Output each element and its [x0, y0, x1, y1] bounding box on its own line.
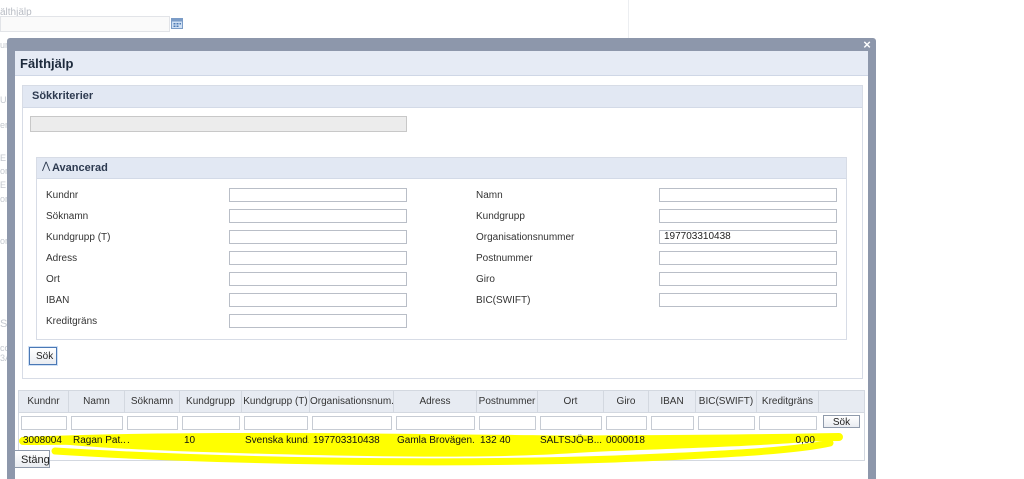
column-header-iban[interactable]: IBAN — [649, 391, 696, 412]
filter-giro[interactable] — [606, 416, 647, 430]
filter-kundgrupp[interactable] — [182, 416, 240, 430]
filter-kundnr[interactable] — [21, 416, 67, 430]
search-criteria-title: Sökkriterier — [32, 90, 94, 102]
column-header-soknamn[interactable]: Söknamn — [125, 391, 180, 412]
column-header-kundgrupp-t[interactable]: Kundgrupp (T) — [242, 391, 310, 412]
ort-label: Ort — [46, 274, 60, 285]
search-button[interactable]: Sök — [29, 347, 57, 365]
advanced-section: ⋀ Avancerad Kundnr Söknamn Kundgrupp (T)… — [36, 157, 847, 340]
cell-adress: Gamla Brovägen... — [397, 435, 475, 446]
bic-swift-field[interactable] — [659, 293, 837, 307]
cell-ort: SALTSJÖ-B... — [540, 435, 602, 446]
adress-field[interactable] — [229, 251, 407, 265]
background-divider — [628, 0, 629, 38]
cell-kundnr: 3008004 — [23, 435, 62, 446]
organisationsnummer-field[interactable] — [659, 230, 837, 244]
soknamn-label: Söknamn — [46, 211, 89, 222]
column-header-postnummer[interactable]: Postnummer — [477, 391, 538, 412]
giro-label: Giro — [476, 274, 495, 285]
column-header-adress[interactable]: Adress — [394, 391, 477, 412]
filter-ort[interactable] — [540, 416, 602, 430]
grid-search-button[interactable]: Sök — [823, 415, 860, 428]
filter-kundgrupp-t[interactable] — [244, 416, 308, 430]
namn-label: Namn — [476, 190, 503, 201]
filter-kreditgrans[interactable] — [759, 416, 817, 430]
field-help-dialog: Fälthjälp Sökkriterier ⋀ Avancerad Kundn… — [7, 38, 876, 479]
adress-label: Adress — [46, 253, 78, 264]
column-header-namn[interactable]: Namn — [69, 391, 125, 412]
cell-kundgrupp-t: Svenska kund... — [245, 435, 309, 446]
cell-soknamn: . — [127, 435, 130, 446]
kreditgrans-label: Kreditgräns — [46, 316, 98, 327]
close-icon[interactable]: × — [861, 38, 873, 52]
kundgrupp-label: Kundgrupp — [476, 211, 525, 222]
cell-bic-swift — [698, 434, 756, 448]
filter-postnummer[interactable] — [479, 416, 536, 430]
background-fragment: E — [0, 153, 7, 163]
advanced-title: Avancerad — [52, 162, 108, 174]
column-header-kundgrupp[interactable]: Kundgrupp — [180, 391, 242, 412]
kundgrupp-field[interactable] — [659, 209, 837, 223]
search-criteria-panel: Sökkriterier ⋀ Avancerad Kundnr Söknamn … — [22, 85, 863, 379]
organisationsnummer-label: Organisationsnummer — [476, 232, 575, 243]
column-header-organisationsnummer[interactable]: Organisationsnum... — [310, 391, 394, 412]
filter-organisationsnummer[interactable] — [312, 416, 392, 430]
filter-bic-swift[interactable] — [698, 416, 755, 430]
dialog-title-bar: Fälthjälp — [15, 51, 868, 76]
postnummer-label: Postnummer — [476, 253, 533, 264]
cell-iban — [651, 434, 695, 448]
column-header-giro[interactable]: Giro — [604, 391, 649, 412]
iban-field[interactable] — [229, 293, 407, 307]
giro-field[interactable] — [659, 272, 837, 286]
column-header-kreditgrans[interactable]: Kreditgräns — [757, 391, 819, 412]
background-fragment: E — [0, 180, 7, 190]
kundnr-field[interactable] — [229, 188, 407, 202]
cell-kreditgrans: 0,00 — [795, 435, 815, 446]
column-header-kundnr[interactable]: Kundnr — [19, 391, 69, 412]
background-field-input — [0, 16, 170, 32]
ort-field[interactable] — [229, 272, 407, 286]
cell-namn: Ragan Pat... — [73, 435, 125, 446]
search-criteria-header: Sökkriterier — [23, 86, 862, 108]
filter-soknamn[interactable] — [127, 416, 178, 430]
cell-organisationsnummer: 197703310438 — [313, 435, 380, 446]
filter-namn[interactable] — [71, 416, 123, 430]
bic-swift-label: BIC(SWIFT) — [476, 295, 531, 306]
iban-label: IBAN — [46, 295, 70, 306]
column-header-ort[interactable]: Ort — [538, 391, 604, 412]
postnummer-field[interactable] — [659, 251, 837, 265]
calendar-icon — [171, 18, 183, 29]
cell-kundgrupp: 10 — [184, 435, 196, 446]
kreditgrans-field[interactable] — [229, 314, 407, 328]
advanced-toggle[interactable]: ⋀ Avancerad — [37, 158, 846, 179]
cell-giro: 0000018 — [606, 435, 645, 446]
kundnr-label: Kundnr — [46, 190, 79, 201]
kundgrupp-t-label: Kundgrupp (T) — [46, 232, 111, 243]
grid-header: Kundnr Namn Söknamn Kundgrupp Kundgrupp … — [19, 391, 864, 413]
cell-postnummer: 132 40 — [480, 435, 511, 446]
namn-field[interactable] — [659, 188, 837, 202]
dialog-title: Fälthjälp — [20, 56, 74, 71]
soknamn-field[interactable] — [229, 209, 407, 223]
criteria-summary-bar — [30, 116, 407, 132]
column-header-bic-swift[interactable]: BIC(SWIFT) — [696, 391, 757, 412]
filter-adress[interactable] — [396, 416, 475, 430]
filter-iban[interactable] — [651, 416, 694, 430]
chevron-up-icon: ⋀ — [42, 161, 51, 172]
kundgrupp-t-field[interactable] — [229, 230, 407, 244]
dialog-body: Fälthjälp Sökkriterier ⋀ Avancerad Kundn… — [14, 51, 868, 479]
